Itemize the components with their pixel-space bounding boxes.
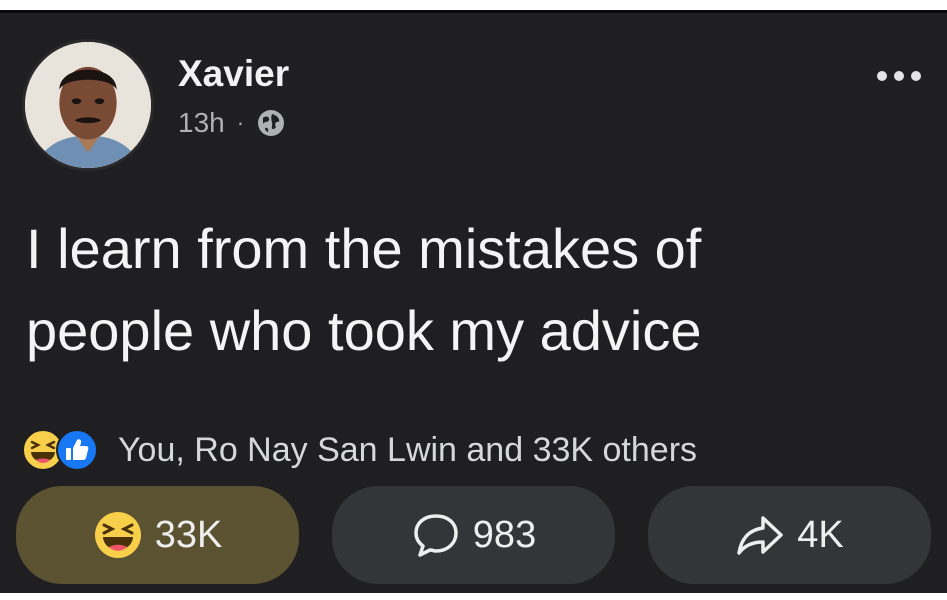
more-dot [877,71,887,81]
globe-icon[interactable] [256,108,286,138]
post-meta: 13h · [178,105,286,141]
post-card: Xavier 13h · I learn from the mistakes o… [0,10,947,593]
avatar-image [25,42,151,168]
share-count: 4K [797,513,844,556]
comment-count: 983 [472,513,537,556]
more-options-button[interactable] [877,71,921,81]
reactions-summary[interactable]: You, Ro Nay San Lwin and 33K others [22,425,697,475]
comment-button[interactable]: 983 [332,486,615,584]
post-text: I learn from the mistakes of people who … [26,208,906,372]
post-time[interactable]: 13h [178,107,225,139]
share-icon [737,516,783,555]
react-button[interactable]: 33K [16,486,299,584]
reaction-icons [22,425,122,475]
post-text-line: people who took my advice [26,299,702,362]
action-bar: 33K 983 4K [16,486,931,586]
like-icon [56,429,98,471]
reactions-text[interactable]: You, Ro Nay San Lwin and 33K others [118,431,697,470]
more-dot [911,71,921,81]
comment-icon [414,514,458,557]
avatar[interactable] [22,39,154,171]
haha-icon [94,512,141,558]
post-text-line: I learn from the mistakes of [26,217,702,280]
author-name[interactable]: Xavier [178,53,289,95]
share-button[interactable]: 4K [648,486,931,584]
more-dot [894,71,904,81]
react-count: 33K [154,513,223,556]
meta-separator: · [236,110,245,135]
